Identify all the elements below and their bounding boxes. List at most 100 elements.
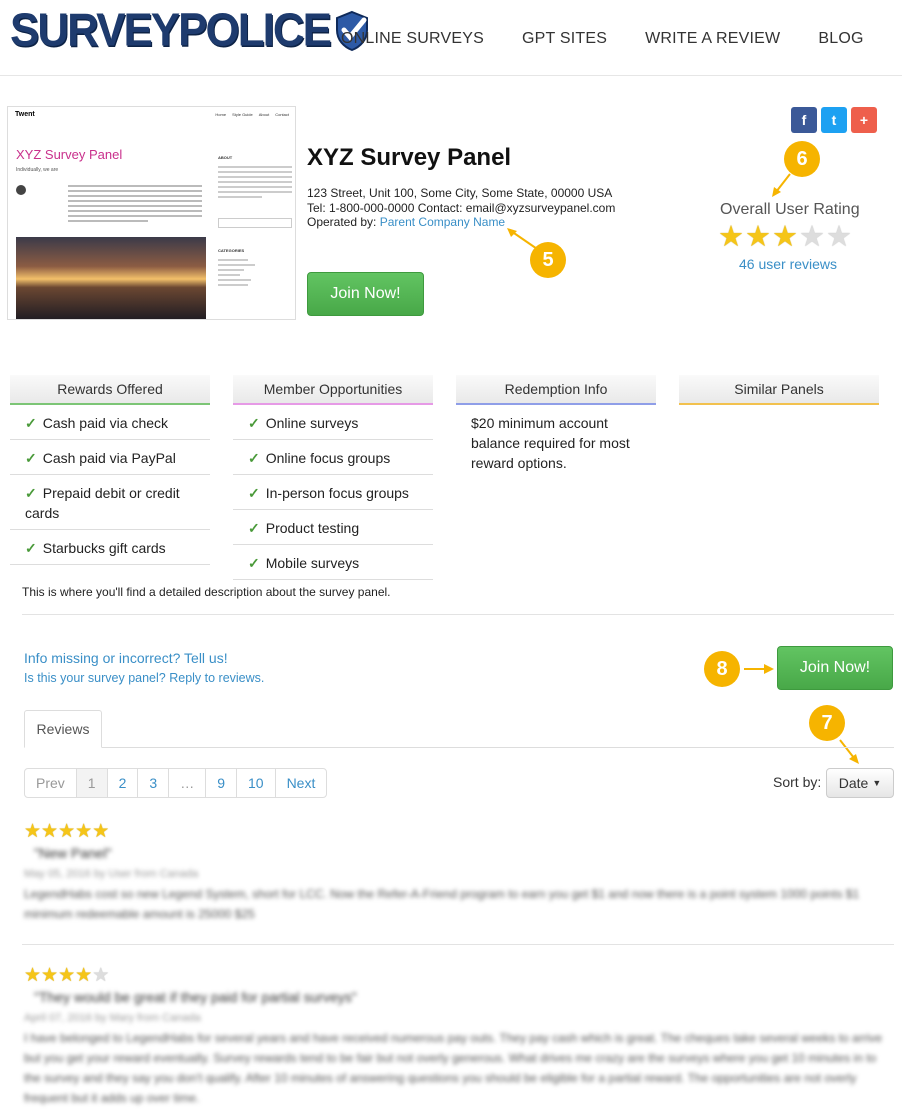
star-full-icon: ★ [24, 821, 42, 842]
list-item-label: In-person focus groups [265, 485, 409, 501]
page-9[interactable]: 9 [206, 769, 237, 797]
facebook-share-button[interactable]: f [791, 107, 817, 133]
nav-online-surveys[interactable]: ONLINE SURVEYS [341, 30, 484, 48]
check-icon: ✓ [25, 415, 37, 431]
claim-panel-link[interactable]: Is this your survey panel? Reply to revi… [24, 671, 264, 685]
thumb-site-title: Twent [15, 111, 35, 118]
member-opportunities-box: Member Opportunities ✓ Online surveys ✓ On… [233, 375, 433, 580]
check-icon: ✓ [25, 540, 37, 556]
thumb-nav-item: Contact [275, 112, 289, 117]
opportunities-list: ✓ Online surveys ✓ Online focus groups ✓ In… [233, 405, 433, 580]
list-item: ✓ Cash paid via check [10, 405, 210, 440]
social-share-buttons: f t + [791, 107, 877, 133]
redemption-info-box: Redemption Info $20 minimum account bala… [456, 375, 656, 481]
sort-label: Sort by: [773, 774, 822, 790]
list-item: ✓ Online surveys [233, 405, 433, 440]
star-full-icon: ★ [41, 965, 59, 986]
join-now-button[interactable]: Join Now! [307, 272, 424, 316]
callout-8: 8 [704, 651, 740, 687]
join-now-button-secondary[interactable]: Join Now! [777, 646, 893, 690]
check-icon: ✓ [248, 555, 260, 571]
address-line: 123 Street, Unit 100, Some City, Some St… [307, 186, 613, 200]
arrow-icon [772, 173, 791, 197]
page-1[interactable]: 1 [76, 769, 108, 797]
check-icon: ✓ [248, 520, 260, 536]
site-header: SURVEYPOLICE ONLINE SURVEYS GPT SITES WR… [0, 0, 902, 76]
list-item: ✓ In-person focus groups [233, 475, 433, 510]
thumb-side-categories: CATEGORIES [218, 248, 245, 253]
user-reviews-link[interactable]: 46 user reviews [739, 256, 837, 272]
tab-bar-line [24, 747, 894, 748]
thumb-nav-item: Style Guide [232, 112, 253, 117]
star-full-icon: ★ [75, 821, 93, 842]
operated-by-line: Operated by: Parent Company Name [307, 215, 615, 230]
sort-value: Date [838, 775, 869, 791]
list-item: ✓ Starbucks gift cards [10, 530, 210, 565]
star-full-icon: ★ [24, 965, 42, 986]
list-item-label: Cash paid via check [42, 415, 169, 431]
list-item-label: Product testing [265, 520, 360, 536]
star-empty-icon: ★ [92, 965, 110, 986]
thumb-subheading: Individually, we are [16, 167, 59, 173]
thumb-sidebar: ABOUT CATEGORIES [218, 155, 292, 289]
review-title: "New Panel" [34, 845, 112, 861]
page-3[interactable]: 3 [138, 769, 170, 797]
panel-title: XYZ Survey Panel [307, 144, 512, 171]
list-item: ✓ Product testing [233, 510, 433, 545]
nav-blog[interactable]: BLOG [818, 30, 863, 48]
check-icon: ✓ [248, 485, 260, 501]
rewards-list: ✓ Cash paid via check ✓ Cash paid via PayP… [10, 405, 210, 565]
divider [22, 944, 894, 945]
panel-screenshot-thumbnail[interactable]: Twent Home Style Guide About Contact XYZ… [7, 106, 296, 320]
list-item-label: Mobile surveys [265, 555, 360, 571]
operated-by-label: Operated by: [307, 215, 377, 229]
site-logo[interactable]: SURVEYPOLICE [10, 5, 370, 56]
tab-reviews[interactable]: Reviews [24, 710, 102, 748]
panel-description: This is where you'll find a detailed des… [22, 585, 391, 599]
main-nav: ONLINE SURVEYS GPT SITES WRITE A REVIEW … [341, 30, 902, 48]
star-full-icon: ★ [718, 221, 744, 253]
rewards-offered-header: Rewards Offered [10, 375, 210, 405]
list-item-label: Online focus groups [265, 450, 391, 466]
panel-address: 123 Street, Unit 100, Some City, Some St… [307, 186, 615, 230]
member-opportunities-header: Member Opportunities [233, 375, 433, 405]
divider [22, 614, 894, 615]
page-ellipsis: … [169, 769, 207, 797]
pagination: Prev 1 2 3 … 9 10 Next [24, 768, 328, 798]
similar-panels-box: Similar Panels [679, 375, 879, 405]
star-full-icon: ★ [58, 965, 76, 986]
sort-dropdown[interactable]: Date ▼ [826, 768, 894, 798]
nav-gpt-sites[interactable]: GPT SITES [522, 30, 607, 48]
review-title: "They would be great if they paid for pa… [34, 989, 357, 1005]
page-prev[interactable]: Prev [25, 769, 77, 797]
star-full-icon: ★ [58, 821, 76, 842]
thumb-sunset-image [16, 237, 206, 319]
operator-link[interactable]: Parent Company Name [380, 215, 505, 229]
star-full-icon: ★ [772, 221, 798, 253]
review-stars: ★ ★ ★ ★ ★ [24, 966, 109, 985]
review-body: LegendHabs cost so new Legend System, sh… [24, 887, 860, 921]
thumb-side-about: ABOUT [218, 155, 233, 160]
page-next[interactable]: Next [276, 769, 327, 797]
star-full-icon: ★ [92, 821, 110, 842]
page-2[interactable]: 2 [108, 769, 139, 797]
list-item: ✓ Mobile surveys [233, 545, 433, 580]
redemption-info-text: $20 minimum account balance required for… [471, 415, 630, 471]
thumb-nav-item: Home [215, 112, 227, 117]
arrow-icon [744, 664, 774, 674]
star-full-icon: ★ [745, 221, 771, 253]
thumb-text-lines [68, 185, 202, 225]
nav-write-a-review[interactable]: WRITE A REVIEW [645, 30, 780, 48]
list-item-label: Cash paid via PayPal [42, 450, 176, 466]
review-stars: ★ ★ ★ ★ ★ [24, 822, 109, 841]
twitter-share-button[interactable]: t [821, 107, 847, 133]
report-missing-info-link[interactable]: Info missing or incorrect? Tell us! [24, 650, 228, 666]
list-item: ✓ Online focus groups [233, 440, 433, 475]
check-icon: ✓ [248, 415, 260, 431]
review-meta: April 07, 2016 by Mary from Canada [24, 1012, 201, 1024]
review-meta: May 05, 2016 by User from Canada [24, 868, 199, 880]
check-icon: ✓ [25, 485, 37, 501]
more-share-button[interactable]: + [851, 107, 877, 133]
list-item: ✓ Prepaid debit or credit cards [10, 475, 210, 530]
page-10[interactable]: 10 [237, 769, 276, 797]
